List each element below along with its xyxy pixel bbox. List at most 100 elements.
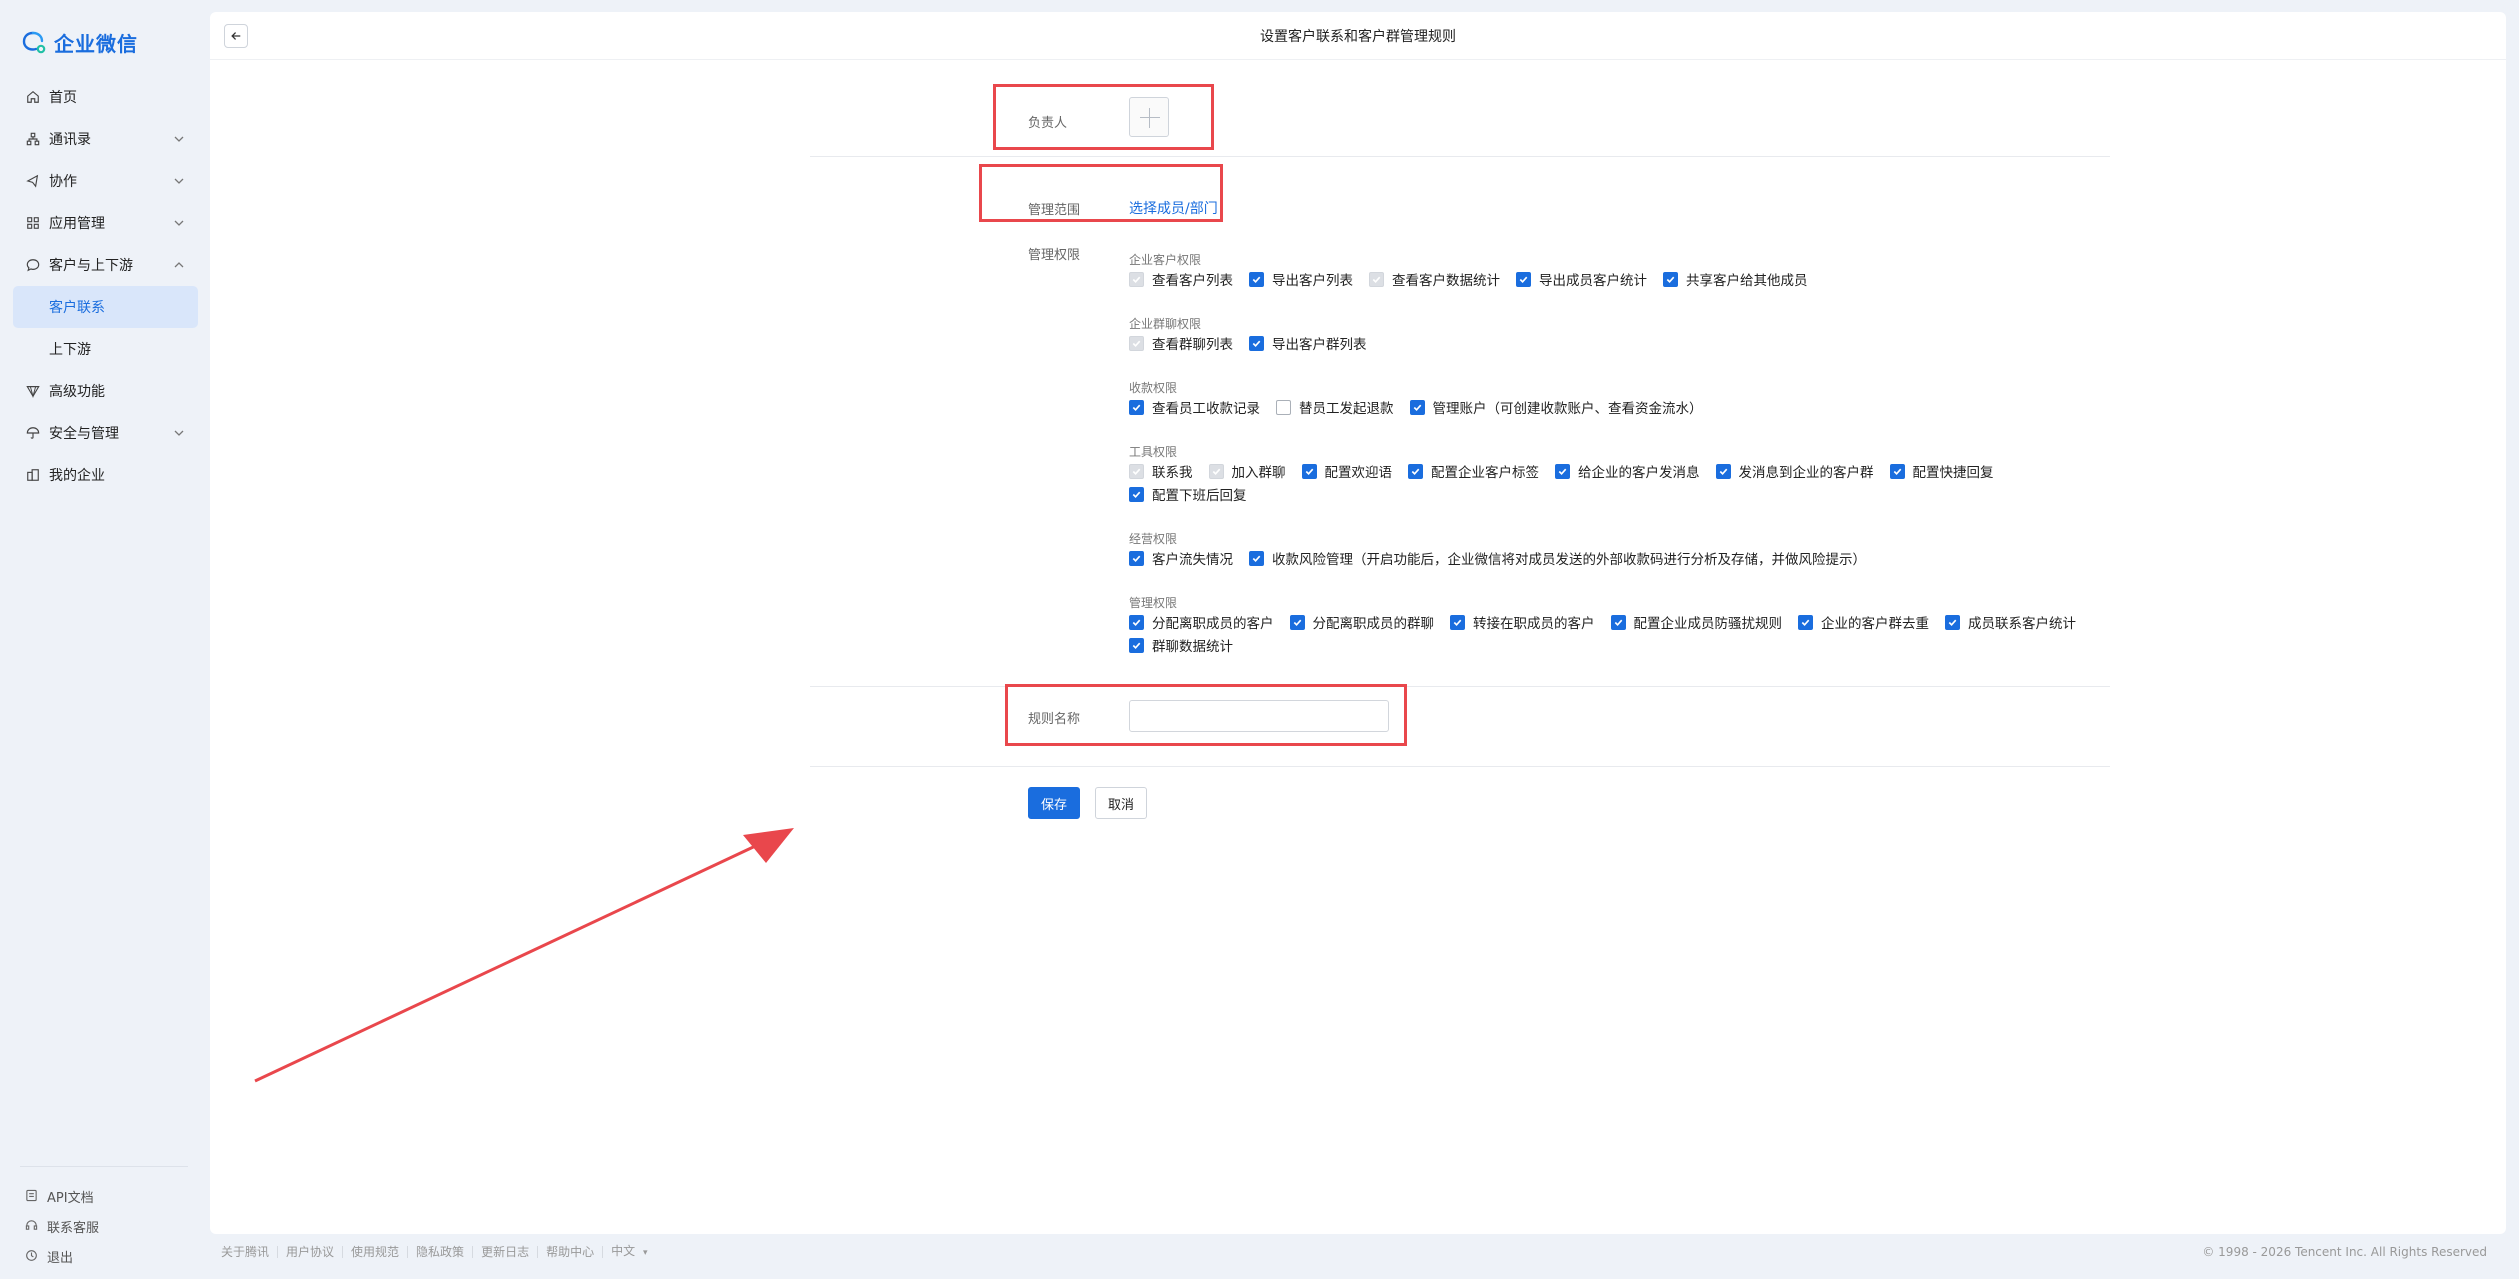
footer-link[interactable]: 使用规范	[343, 1246, 409, 1258]
sidebar-item-my-company[interactable]: 我的企业	[13, 454, 198, 496]
permission-checkbox[interactable]: 共享客户给其他成员	[1663, 269, 1808, 289]
divider	[810, 766, 2110, 767]
permission-checkbox[interactable]: 收款风险管理（开启功能后，企业微信将对成员发送的外部收款码进行分析及存储，并做风…	[1249, 548, 1866, 568]
footer-link[interactable]: 隐私政策	[408, 1246, 474, 1258]
checkbox-checked-icon	[1289, 614, 1305, 630]
permission-row: 查看客户列表 导出客户列表 查看客户数据统计 导出成员客户统计 共享客户给其他成员	[1129, 269, 1824, 289]
permission-label: 分配离职成员的客户	[1152, 616, 1274, 632]
org-icon	[25, 131, 41, 147]
permission-checkbox[interactable]: 配置欢迎语	[1301, 461, 1392, 481]
permission-group-title: 经营权限	[1129, 532, 1178, 546]
doc-icon	[25, 1189, 39, 1203]
select-members-link[interactable]: 选择成员/部门	[1129, 198, 1218, 218]
checkbox-checked-icon	[1450, 614, 1465, 630]
sidebar-item-label: 首页	[49, 90, 77, 106]
divider	[810, 156, 2110, 157]
permission-checkbox[interactable]: 给企业的客户发消息	[1555, 461, 1700, 481]
checkbox-checked-icon	[1555, 463, 1570, 479]
permission-checkbox[interactable]: 客户流失情况	[1129, 548, 1233, 568]
sidebar-item-security[interactable]: 安全与管理	[13, 412, 198, 454]
logout-label: 退出	[47, 1250, 74, 1266]
rule-name-input[interactable]	[1129, 700, 1389, 732]
chevron-down-icon	[172, 426, 186, 440]
permission-label: 查看群聊列表	[1152, 337, 1233, 353]
sidebar: 企业微信 首页 通讯录 协作 应用管理 客户与上下游 客户联系 上下游 高级功能…	[0, 0, 209, 1279]
permission-checkbox[interactable]: 转接在职成员的客户	[1450, 612, 1595, 632]
permission-checkbox[interactable]: 配置企业客户标签	[1408, 461, 1539, 481]
permission-checkbox[interactable]: 查看员工收款记录	[1129, 397, 1260, 417]
checkbox-checked-icon	[1129, 550, 1144, 566]
permission-checkbox[interactable]: 配置下班后回复	[1129, 484, 1247, 504]
apps-icon	[25, 215, 41, 231]
permission-checkbox[interactable]: 发消息到企业的客户群	[1715, 461, 1874, 481]
permission-checkbox[interactable]: 群聊数据统计	[1129, 635, 1233, 655]
permission-checkbox[interactable]: 分配离职成员的客户	[1129, 612, 1274, 632]
umbrella-icon	[25, 425, 41, 441]
footer-link[interactable]: 帮助中心	[538, 1246, 604, 1258]
sidebar-item-upstream-downstream[interactable]: 上下游	[13, 328, 198, 370]
sidebar-item-label: 客户联系	[49, 300, 105, 316]
add-owner-button[interactable]	[1129, 97, 1169, 137]
highlight-box-owner	[993, 84, 1214, 150]
permission-label: 导出客户列表	[1272, 273, 1353, 289]
permission-label: 配置企业成员防骚扰规则	[1633, 616, 1783, 632]
logo[interactable]: 企业微信	[22, 28, 138, 57]
footer-link[interactable]: 更新日志	[473, 1246, 539, 1258]
permission-checkbox[interactable]: 导出成员客户统计	[1516, 269, 1647, 289]
permission-checkbox[interactable]: 替员工发起退款	[1276, 397, 1394, 417]
checkbox-checked-icon	[1129, 463, 1144, 479]
permission-label: 共享客户给其他成员	[1686, 273, 1808, 289]
permission-label: 成员联系客户统计	[1968, 616, 2076, 632]
sidebar-item-customers[interactable]: 客户与上下游	[13, 244, 198, 286]
permission-checkbox[interactable]: 导出客户群列表	[1249, 333, 1367, 353]
wecom-logo-icon	[22, 30, 48, 56]
footer-link[interactable]: 关于腾讯	[221, 1246, 279, 1258]
permission-checkbox[interactable]: 配置企业成员防骚扰规则	[1610, 612, 1783, 632]
permission-checkbox[interactable]: 配置快捷回复	[1889, 461, 1994, 481]
permission-group-title: 收款权限	[1129, 381, 1178, 395]
checkbox-checked-icon	[1129, 614, 1144, 630]
chevron-down-icon	[172, 132, 186, 146]
sidebar-item-label: 安全与管理	[49, 426, 119, 442]
checkbox-checked-icon	[1408, 463, 1423, 479]
permission-checkbox[interactable]: 管理账户（可创建收款账户、查看资金流水）	[1409, 397, 1703, 417]
contact-support-link[interactable]: 联系客服	[25, 1211, 99, 1241]
caret-down-icon: ▾	[642, 1248, 648, 1258]
panel-header: 设置客户联系和客户群管理规则	[210, 12, 2506, 60]
checkbox-checked-icon	[1663, 271, 1678, 287]
permission-label: 查看员工收款记录	[1152, 401, 1260, 417]
sidebar-item-home[interactable]: 首页	[13, 76, 198, 118]
api-docs-link[interactable]: API文档	[25, 1181, 99, 1211]
checkbox-checked-icon	[1715, 463, 1731, 479]
sidebar-item-apps[interactable]: 应用管理	[13, 202, 198, 244]
permission-group-title: 企业群聊权限	[1129, 317, 1202, 331]
sidebar-item-customer-contact[interactable]: 客户联系	[13, 286, 198, 328]
permission-checkbox[interactable]: 成员联系客户统计	[1945, 612, 2076, 632]
sidebar-item-label: 客户与上下游	[49, 258, 133, 274]
sidebar-item-contacts[interactable]: 通讯录	[13, 118, 198, 160]
permission-checkbox[interactable]: 分配离职成员的群聊	[1289, 612, 1434, 632]
sidebar-item-collab[interactable]: 协作	[13, 160, 198, 202]
cancel-button[interactable]: 取消	[1095, 787, 1148, 819]
language-selector[interactable]: 中文 ▾	[603, 1245, 655, 1259]
logout-link[interactable]: 退出	[25, 1241, 99, 1271]
footer-link[interactable]: 用户协议	[278, 1246, 344, 1258]
permission-checkbox[interactable]: 企业的客户群去重	[1798, 612, 1929, 632]
permission-checkbox[interactable]: 导出客户列表	[1249, 269, 1353, 289]
headset-icon	[25, 1219, 39, 1233]
permission-label: 查看客户数据统计	[1392, 273, 1500, 289]
power-icon	[25, 1249, 39, 1263]
checkbox-checked-icon	[1516, 271, 1531, 287]
permission-group-title: 企业客户权限	[1129, 253, 1202, 267]
sidebar-item-advanced[interactable]: 高级功能	[13, 370, 198, 412]
checkbox-checked-icon	[1129, 637, 1144, 653]
checkbox-checked-icon	[1369, 271, 1384, 287]
sidebar-item-label: 通讯录	[49, 132, 91, 148]
sidebar-item-label: 高级功能	[49, 384, 105, 400]
permission-checkbox: 查看群聊列表	[1129, 333, 1233, 353]
save-button[interactable]: 保存	[1028, 787, 1081, 819]
checkbox-checked-icon	[1129, 486, 1144, 502]
checkbox-checked-icon	[1129, 399, 1144, 415]
checkbox-checked-icon	[1889, 463, 1905, 479]
permission-label: 导出客户群列表	[1272, 337, 1367, 353]
